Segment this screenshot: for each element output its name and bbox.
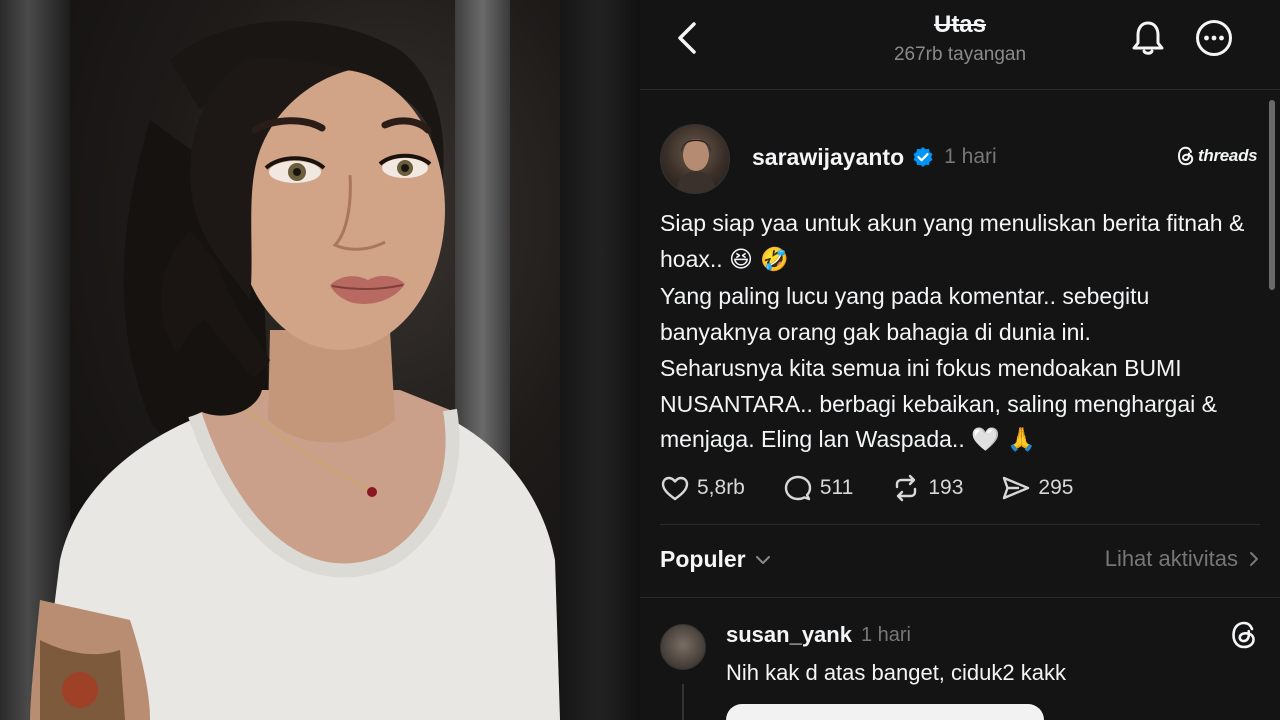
- chevron-down-icon: [755, 555, 770, 564]
- threads-brand-text: threads: [1198, 146, 1258, 165]
- repost-icon: [896, 474, 917, 502]
- top-bar: Utas 267rb tayangan: [640, 0, 1280, 90]
- reply-avatar[interactable]: [660, 624, 706, 670]
- sort-dropdown[interactable]: Populer: [660, 546, 772, 573]
- divider: [660, 524, 1260, 525]
- threads-logo-icon[interactable]: [1230, 620, 1260, 650]
- view-activity-link[interactable]: Lihat aktivitas: [1105, 546, 1260, 572]
- threads-watermark: threads: [1177, 146, 1258, 166]
- reply-text: Nih kak d atas banget, ciduk2 kakk: [726, 660, 1066, 685]
- profile-photo: [0, 0, 640, 720]
- reply-username[interactable]: susan_yank: [726, 622, 852, 648]
- thread-title-block: Utas 267rb tayangan: [640, 10, 1280, 68]
- verified-badge-icon: [913, 147, 933, 167]
- emoji-laugh-icons: 😆 🤣: [729, 246, 789, 273]
- sort-label-text: Populer: [660, 546, 746, 572]
- reply-attached-image[interactable]: [726, 704, 1044, 720]
- replies-sort-bar: Populer Lihat aktivitas: [660, 546, 1260, 578]
- post-paragraph: Siap siap yaa untuk akun yang menuliskan…: [660, 206, 1260, 278]
- reply-time: 1 hari: [860, 623, 911, 646]
- share-count: 295: [1038, 476, 1074, 499]
- repost-count: 193: [928, 476, 964, 499]
- post-header: sarawijayanto 1 hari: [752, 142, 997, 172]
- post-paragraph: Seharusnya kita semua ini fokus mendoaka…: [660, 351, 1260, 459]
- share-button[interactable]: 295: [1001, 473, 1073, 503]
- avatar[interactable]: [660, 124, 730, 194]
- threads-logo-icon: [1177, 146, 1194, 166]
- portrait-illustration: [30, 21, 560, 720]
- post-actions: 5,8rb 511 193 295: [660, 470, 1111, 506]
- reply-item: susan_yank 1 hari Nih kak d atas banget,…: [640, 598, 1280, 720]
- view-count: 267rb tayangan: [893, 44, 1027, 65]
- reply-header: susan_yank 1 hari: [726, 622, 911, 648]
- comment-count: 511: [819, 476, 854, 499]
- post-username[interactable]: sarawijayanto: [752, 144, 904, 171]
- more-icon[interactable]: [1194, 18, 1234, 58]
- comment-icon: [784, 475, 812, 501]
- send-icon: [1003, 476, 1030, 500]
- comment-button[interactable]: 511: [783, 473, 853, 503]
- reply-thread-line: [682, 684, 684, 720]
- post-paragraph-text-2: Yang paling lucu yang pada komentar.. se…: [660, 283, 1150, 345]
- bell-icon[interactable]: [1130, 18, 1166, 58]
- like-count: 5,8rb: [697, 476, 745, 499]
- page-title: Utas: [933, 11, 987, 38]
- chevron-right-icon: [1250, 552, 1258, 566]
- threads-app-panel: Utas 267rb tayangan sarawijayanto 1 hari: [640, 0, 1280, 720]
- post-time: 1 hari: [944, 145, 997, 168]
- heart-icon: [661, 476, 689, 501]
- repost-button[interactable]: 193: [891, 473, 963, 503]
- post-body: Siap siap yaa untuk akun yang menuliskan…: [660, 206, 1260, 460]
- post-paragraph-text-3: Seharusnya kita semua ini fokus mendoaka…: [660, 355, 1217, 452]
- view-activity-text: Lihat aktivitas: [1104, 546, 1238, 571]
- scrollbar[interactable]: [1269, 100, 1275, 290]
- like-button[interactable]: 5,8rb: [660, 473, 745, 503]
- emoji-heart-pray-icons: 🤍 🙏: [971, 427, 1036, 453]
